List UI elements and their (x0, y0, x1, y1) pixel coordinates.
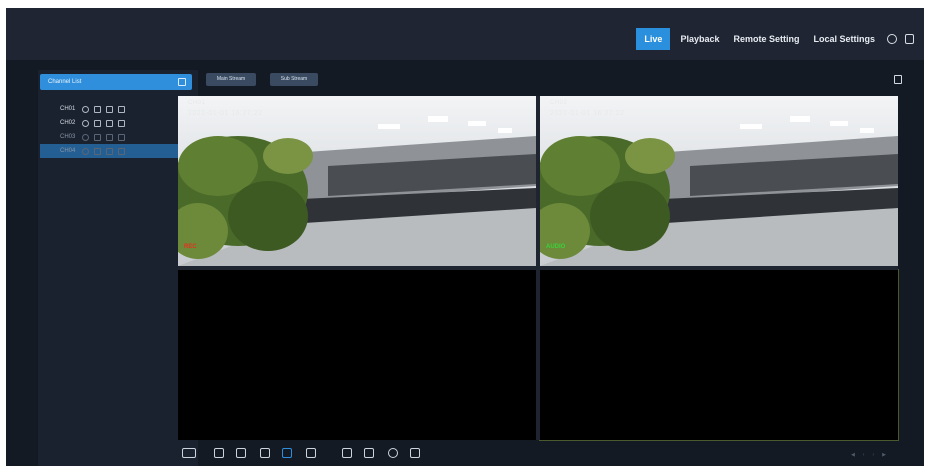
snapshot-icon[interactable] (106, 147, 113, 155)
video-tile-empty[interactable] (178, 270, 536, 440)
camera-feed-image (540, 96, 898, 266)
record-icon[interactable] (94, 147, 101, 155)
stream-switch-icon[interactable] (182, 448, 196, 458)
nav-live[interactable]: Live (636, 28, 671, 50)
channel-item-selected[interactable]: CH04 (40, 144, 188, 158)
last-page-icon[interactable]: ▶ (882, 452, 886, 458)
audio-icon[interactable] (118, 119, 125, 127)
video-tile[interactable]: CH01 2021-01-01 16:27:22 REC (178, 96, 536, 266)
main-nav: Live Playback Remote Setting Local Setti… (630, 28, 914, 50)
layout-1-icon[interactable] (260, 448, 270, 458)
video-tile-empty[interactable] (539, 269, 899, 441)
play-icon[interactable] (82, 147, 89, 155)
audio-icon[interactable] (118, 105, 125, 113)
fullscreen-icon[interactable] (894, 75, 902, 84)
channel-label: CH02 (550, 100, 568, 106)
channel-item[interactable]: CH03 (38, 130, 198, 144)
snapshot-icon[interactable] (106, 133, 113, 141)
audio-icon[interactable] (118, 133, 125, 141)
print-icon[interactable] (342, 448, 352, 458)
bottom-toolbar: ◀ ‹ › ▶ (178, 442, 898, 466)
top-navigation-bar: Live Playback Remote Setting Local Setti… (6, 8, 924, 60)
help-icon[interactable] (887, 34, 897, 44)
channel-name: CH02 (60, 120, 76, 126)
video-tile[interactable]: CH02 2021-01-01 16:27:22 AUDIO (540, 96, 898, 266)
channel-list: CH01 CH02 CH03 CH04 (38, 102, 198, 158)
volume-icon[interactable] (410, 448, 420, 458)
timestamp: 2021-01-01 16:27:22 (188, 110, 263, 117)
nav-remote-setting[interactable]: Remote Setting (729, 28, 803, 50)
grid-divider (178, 266, 898, 270)
app-window: Live Playback Remote Setting Local Setti… (6, 8, 924, 466)
camera-feed-image (178, 96, 536, 266)
snapshot-icon[interactable] (106, 105, 113, 113)
layout-4-icon[interactable] (282, 448, 292, 458)
nav-playback[interactable]: Playback (676, 28, 723, 50)
channel-name: CH01 (60, 106, 76, 112)
channel-item[interactable]: CH01 (38, 102, 198, 116)
prev-page-icon[interactable]: ‹ (863, 452, 865, 458)
record-all-icon[interactable] (236, 448, 246, 458)
snapshot-icon[interactable] (106, 119, 113, 127)
collapse-icon[interactable] (178, 78, 186, 86)
channel-sidebar: Channel List CH01 CH02 CH03 CH04 (38, 70, 198, 466)
channel-name: CH04 (60, 148, 76, 154)
first-page-icon[interactable]: ◀ (851, 452, 855, 458)
audio-icon[interactable] (118, 147, 125, 155)
main-stream-button[interactable]: Main Stream (206, 73, 256, 86)
record-icon[interactable] (94, 133, 101, 141)
play-icon[interactable] (82, 133, 89, 141)
play-icon[interactable] (82, 105, 89, 113)
next-page-icon[interactable]: › (872, 452, 874, 458)
snapshot-all-icon[interactable] (214, 448, 224, 458)
timestamp: 2021-01-01 16:27:22 (550, 110, 625, 117)
sub-stream-button[interactable]: Sub Stream (270, 73, 318, 86)
page-navigation: ◀ ‹ › ▶ (843, 452, 886, 458)
record-icon[interactable] (94, 105, 101, 113)
channel-list-header[interactable]: Channel List (40, 74, 192, 90)
camera-icon[interactable] (364, 448, 374, 458)
zoom-icon[interactable] (388, 448, 398, 458)
logout-icon[interactable] (905, 34, 914, 44)
nav-local-settings[interactable]: Local Settings (809, 28, 879, 50)
channel-item[interactable]: CH02 (38, 116, 198, 130)
record-status: AUDIO (546, 244, 566, 250)
record-status: REC (184, 244, 197, 250)
play-icon[interactable] (82, 119, 89, 127)
channel-name: CH03 (60, 134, 76, 140)
video-grid: CH01 2021-01-01 16:27:22 REC CH02 2021-0… (178, 96, 899, 441)
channel-list-title: Channel List (48, 79, 82, 85)
record-icon[interactable] (94, 119, 101, 127)
layout-9-icon[interactable] (306, 448, 316, 458)
channel-label: CH01 (188, 100, 206, 106)
